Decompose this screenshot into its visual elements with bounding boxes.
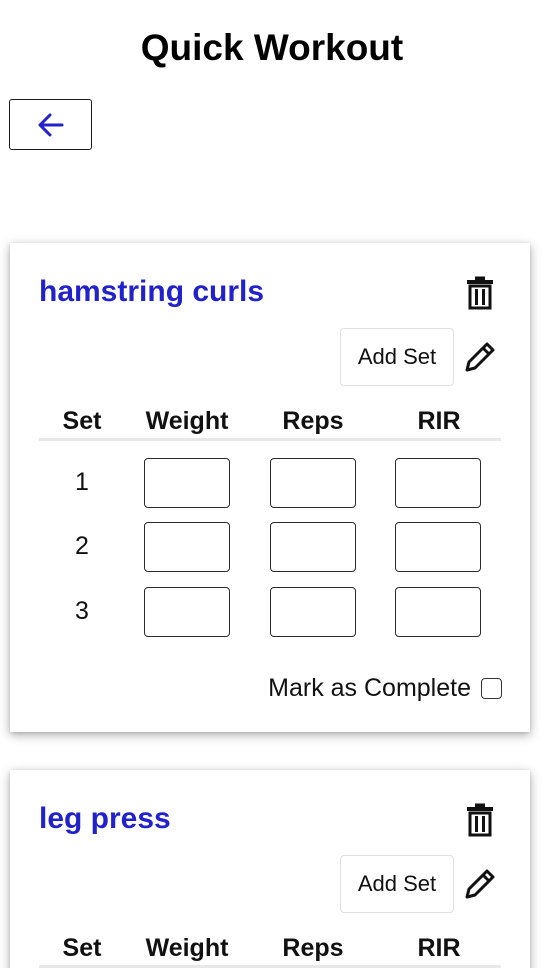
header-rir: RIR [417,407,461,435]
quick-workout-page: Quick Workout hamstring curls Add Set Se… [0,0,544,968]
add-set-button[interactable]: Add Set [340,855,454,913]
header-weight: Weight [145,934,229,962]
exercise-title: hamstring curls [39,275,265,308]
header-set: Set [62,934,102,962]
weight-input[interactable] [144,458,230,508]
reps-input[interactable] [270,522,356,572]
mark-complete-checkbox[interactable] [481,677,502,699]
exercise-card: hamstring curls Add Set Set Weight Reps … [10,243,530,732]
edit-exercise-button[interactable] [462,866,498,902]
pencil-icon [465,869,495,899]
header-reps: Reps [282,407,344,435]
delete-exercise-button[interactable] [465,802,495,838]
back-button[interactable] [9,99,92,150]
header-reps: Reps [282,934,344,962]
pencil-icon [465,342,495,372]
arrow-left-icon [38,113,63,136]
page-title: Quick Workout [140,27,404,68]
mark-complete-row: Mark as Complete [268,673,502,703]
mark-complete-label: Mark as Complete [268,673,471,702]
rir-input[interactable] [395,458,481,508]
header-rir: RIR [417,934,461,962]
set-row: 3 [39,587,501,637]
reps-input[interactable] [270,458,356,508]
weight-input[interactable] [144,587,230,637]
exercise-card: leg press Add Set Set Weight Reps RIR [10,770,530,968]
add-set-button[interactable]: Add Set [340,328,454,386]
set-number: 1 [75,468,89,496]
delete-exercise-button[interactable] [465,275,495,311]
set-row: 1 [39,458,501,508]
rir-input[interactable] [395,522,481,572]
trash-icon [467,276,493,310]
header-set: Set [62,407,102,435]
trash-icon [467,803,493,837]
set-table-header: Set Weight Reps RIR [39,403,501,441]
set-number: 3 [75,597,89,625]
weight-input[interactable] [144,522,230,572]
set-number: 2 [75,532,89,560]
set-row: 2 [39,522,501,572]
reps-input[interactable] [270,587,356,637]
set-table-header: Set Weight Reps RIR [39,930,501,968]
rir-input[interactable] [395,587,481,637]
header-weight: Weight [145,407,229,435]
exercise-title: leg press [39,802,171,835]
edit-exercise-button[interactable] [462,339,498,375]
